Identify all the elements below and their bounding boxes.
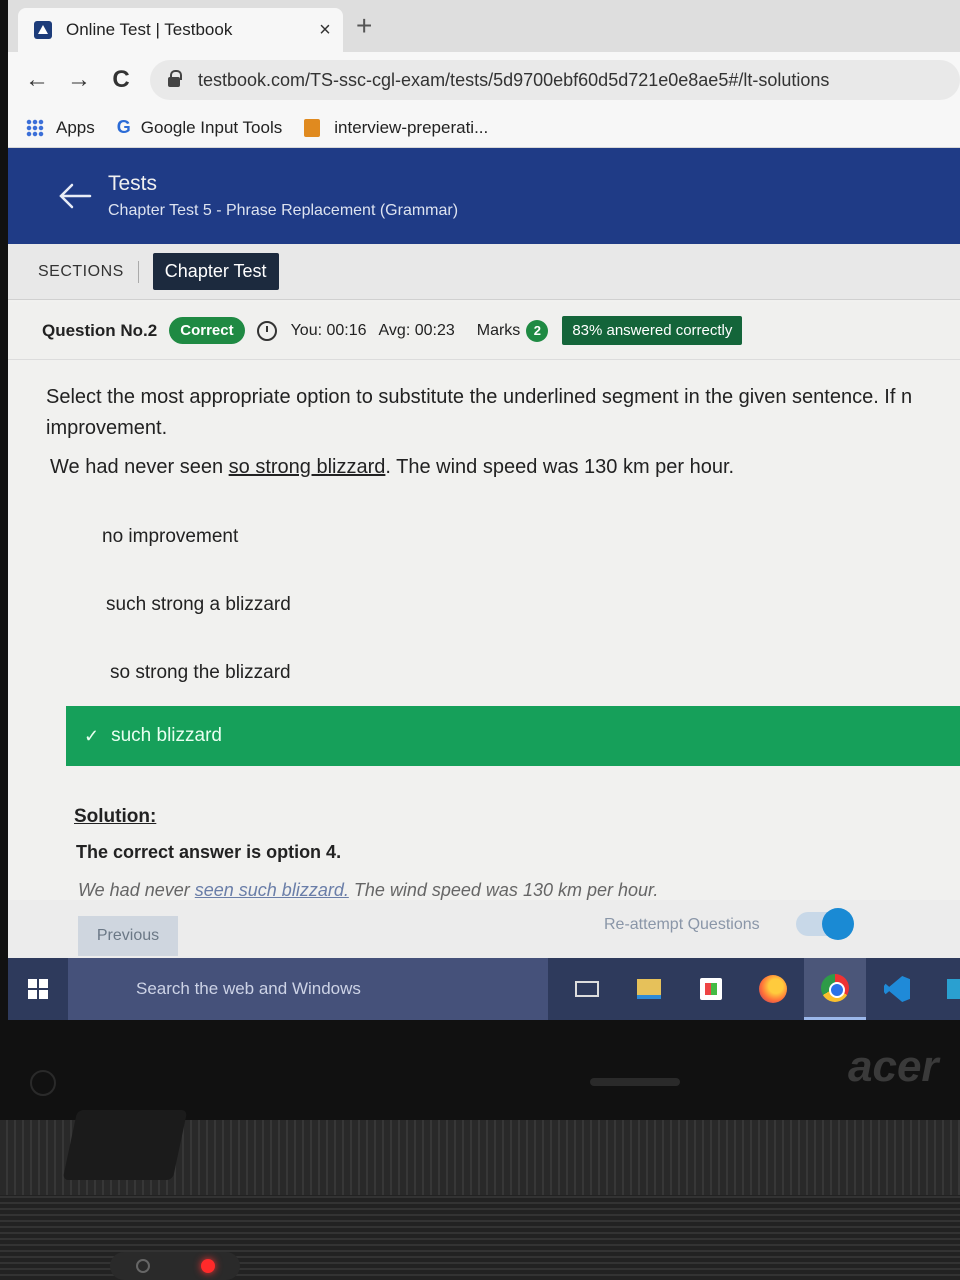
forward-arrow-icon[interactable]: →: [58, 66, 100, 94]
hardware-buttons: [110, 1252, 240, 1280]
new-tab-button[interactable]: +: [356, 10, 372, 42]
instruction-text: Select the most appropriate option to su…: [46, 386, 913, 408]
sections-bar: SECTIONS Chapter Test: [8, 244, 960, 300]
bookmark-interview[interactable]: interview-preperati...: [304, 118, 488, 138]
url-text: testbook.com/TS-ssc-cgl-exam/tests/5d970…: [198, 69, 830, 90]
question-number: Question No.2: [42, 320, 158, 340]
check-icon: ✓: [84, 725, 100, 746]
marks-label: Marks: [476, 321, 521, 339]
status-badge: Correct: [169, 317, 245, 344]
start-button[interactable]: [8, 979, 68, 999]
back-arrow-icon[interactable]: ←: [16, 66, 58, 94]
solution-answer: The correct answer is option 4.: [76, 842, 342, 862]
page-title: Tests: [108, 172, 158, 195]
apps-grid-icon: [26, 118, 44, 137]
laptop-clip: [62, 1110, 188, 1180]
option-2[interactable]: such strong a blizzard: [106, 594, 291, 616]
hinge: [590, 1078, 680, 1086]
page-subtitle: Chapter Test 5 - Phrase Replacement (Gra…: [108, 202, 459, 219]
footer-bar: Previous Re-attempt Questions: [8, 900, 960, 960]
reattempt-toggle[interactable]: [796, 908, 854, 940]
timer-icon: [256, 320, 277, 341]
vscode-button[interactable]: [866, 958, 928, 1020]
tab-title: Online Test | Testbook: [66, 20, 233, 39]
question-info-bar: Question No.2 Correct You: 00:16 Avg: 00…: [8, 302, 960, 360]
option-4-correct[interactable]: ✓ such blizzard: [66, 706, 960, 766]
solution-sentence-underlined: seen such blizzard.: [194, 880, 349, 900]
google-icon: G: [116, 117, 131, 137]
marks-badge: 2: [526, 319, 549, 342]
question-content: Select the most appropriate option to su…: [8, 360, 960, 960]
bookmark-label: interview-preperati...: [334, 117, 489, 137]
your-time: You: 00:16: [290, 321, 367, 339]
sections-label: SECTIONS: [38, 262, 124, 280]
tab-close-icon[interactable]: ×: [307, 19, 343, 42]
solution-title: Solution:: [74, 806, 157, 827]
sentence-before: We had never seen: [50, 456, 229, 478]
sentence-after: . The wind speed was 130 km per hour.: [385, 456, 735, 478]
store-button[interactable]: [680, 958, 742, 1020]
app-button[interactable]: [928, 958, 960, 1020]
option-3[interactable]: so strong the blizzard: [110, 662, 291, 684]
windows-logo-icon: [28, 979, 48, 999]
sentence-underlined: so strong blizzard: [228, 456, 386, 478]
toggle-knob: [822, 908, 854, 940]
reattempt-label: Re-attempt Questions: [604, 916, 760, 933]
bookmark-folder-icon: [304, 118, 321, 137]
task-view-icon: [575, 981, 599, 997]
average-time: Avg: 00:23: [378, 321, 455, 339]
wifi-led-icon: [200, 1259, 215, 1273]
power-indicator: [30, 1070, 56, 1096]
divider: [137, 260, 139, 283]
solution-sentence-before: We had never: [78, 880, 195, 900]
browser-tab-strip: Online Test | Testbook × +: [8, 0, 960, 52]
test-header: Tests Chapter Test 5 - Phrase Replacemen…: [8, 148, 960, 244]
previous-button[interactable]: Previous: [78, 916, 178, 956]
laptop-brand-logo: acer: [848, 1042, 939, 1091]
testbook-favicon-icon: [34, 21, 52, 39]
app-icon: [947, 979, 960, 999]
url-bar[interactable]: testbook.com/TS-ssc-cgl-exam/tests/5d970…: [150, 60, 960, 100]
bookmark-label: Google Input Tools: [140, 117, 283, 137]
option-label: such blizzard: [111, 725, 222, 746]
chrome-icon: [821, 973, 849, 1002]
section-tab-chapter-test[interactable]: Chapter Test: [152, 253, 279, 290]
bookmarks-bar: Apps G Google Input Tools interview-prep…: [8, 108, 960, 148]
bookmark-apps[interactable]: Apps: [26, 118, 95, 138]
file-explorer-icon: [637, 979, 661, 999]
instruction-text-cont: improvement.: [46, 417, 168, 439]
bookmark-google-input-tools[interactable]: G Google Input Tools: [117, 117, 282, 138]
reload-icon[interactable]: C: [100, 66, 142, 94]
taskbar-icons: [556, 958, 960, 1020]
back-arrow-icon[interactable]: [58, 182, 92, 210]
firefox-icon: [759, 975, 787, 1003]
question-instruction: Select the most appropriate option to su…: [46, 382, 956, 444]
question-sentence: We had never seen so strong blizzard. Th…: [50, 456, 734, 479]
file-explorer-button[interactable]: [618, 958, 680, 1020]
answered-correctly-chip: 83% answered correctly: [562, 316, 743, 345]
firefox-button[interactable]: [742, 958, 804, 1020]
lock-icon: [168, 70, 182, 87]
bookmark-label: Apps: [56, 117, 95, 137]
chrome-button[interactable]: [804, 958, 866, 1020]
screen: Online Test | Testbook × + ← → C testboo…: [8, 0, 960, 1020]
windows-taskbar: Search the web and Windows: [8, 958, 960, 1020]
browser-tab[interactable]: Online Test | Testbook ×: [18, 8, 343, 52]
power-glyph-icon: [135, 1259, 150, 1273]
store-icon: [700, 978, 722, 1000]
taskbar-search[interactable]: Search the web and Windows: [68, 958, 548, 1020]
option-1[interactable]: no improvement: [102, 526, 238, 548]
vscode-icon: [884, 976, 910, 1002]
address-toolbar: ← → C testbook.com/TS-ssc-cgl-exam/tests…: [8, 52, 960, 108]
solution-sentence-after: The wind speed was 130 km per hour.: [348, 880, 659, 900]
task-view-button[interactable]: [556, 958, 618, 1020]
solution-sentence: We had never seen such blizzard. The win…: [78, 880, 658, 901]
